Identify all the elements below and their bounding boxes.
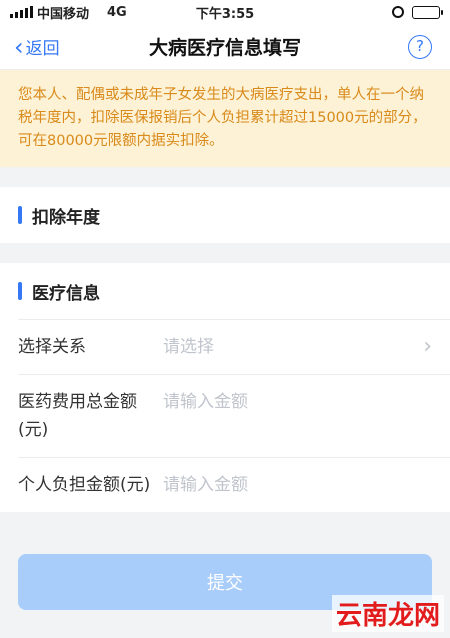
personal-amount-input[interactable]	[163, 471, 432, 499]
medical-info-title: 医疗信息	[32, 283, 100, 304]
deduction-year-header: 扣除年度	[0, 187, 450, 243]
personal-amount-row: 个人负担金额(元)	[18, 457, 450, 512]
battery-icon	[412, 5, 443, 19]
chevron-right-icon: ›	[423, 334, 432, 359]
section-marker	[18, 282, 22, 300]
medical-info-section: 医疗信息 选择关系 请选择 › 医药费用总金额(元) 个人负担金额(元)	[0, 263, 450, 512]
notice-banner: 您本人、配偶或未成年子女发生的大病医疗支出，单人在一个纳税年度内，扣除医保报销后…	[0, 70, 450, 167]
relation-label: 选择关系	[18, 337, 86, 357]
total-amount-field-wrap	[163, 375, 432, 457]
personal-amount-field-wrap	[163, 458, 432, 512]
total-amount-row: 医药费用总金额(元)	[18, 374, 450, 457]
total-amount-input[interactable]	[163, 388, 432, 416]
watermark-logo: 云南龙网	[331, 595, 444, 632]
signal-icon	[10, 6, 33, 18]
page-title: 大病医疗信息填写	[148, 37, 301, 59]
carrier-name: 中国移动	[37, 6, 90, 22]
deduction-year-section: 扣除年度	[0, 187, 450, 243]
status-bar: 中国移动 4G 下午3:55	[0, 0, 450, 24]
medical-info-header: 医疗信息	[0, 263, 450, 319]
relation-placeholder: 请选择	[163, 337, 214, 357]
back-label: 返回	[25, 39, 60, 59]
back-button[interactable]: ‹ 返回	[0, 32, 60, 61]
total-amount-label: 医药费用总金额(元)	[18, 392, 137, 440]
relation-select[interactable]: 请选择 ›	[163, 320, 432, 374]
nav-bar: ‹ 返回 大病医疗信息填写 ?	[0, 24, 450, 70]
rotation-lock-icon	[392, 6, 404, 18]
network-type: 4G	[107, 4, 127, 20]
personal-amount-label: 个人负担金额(元)	[18, 475, 151, 495]
chevron-left-icon: ‹	[14, 32, 24, 61]
relation-select-row[interactable]: 选择关系 请选择 ›	[18, 319, 450, 374]
section-marker	[18, 206, 22, 224]
help-icon[interactable]: ?	[408, 34, 432, 59]
deduction-year-title: 扣除年度	[32, 207, 100, 228]
